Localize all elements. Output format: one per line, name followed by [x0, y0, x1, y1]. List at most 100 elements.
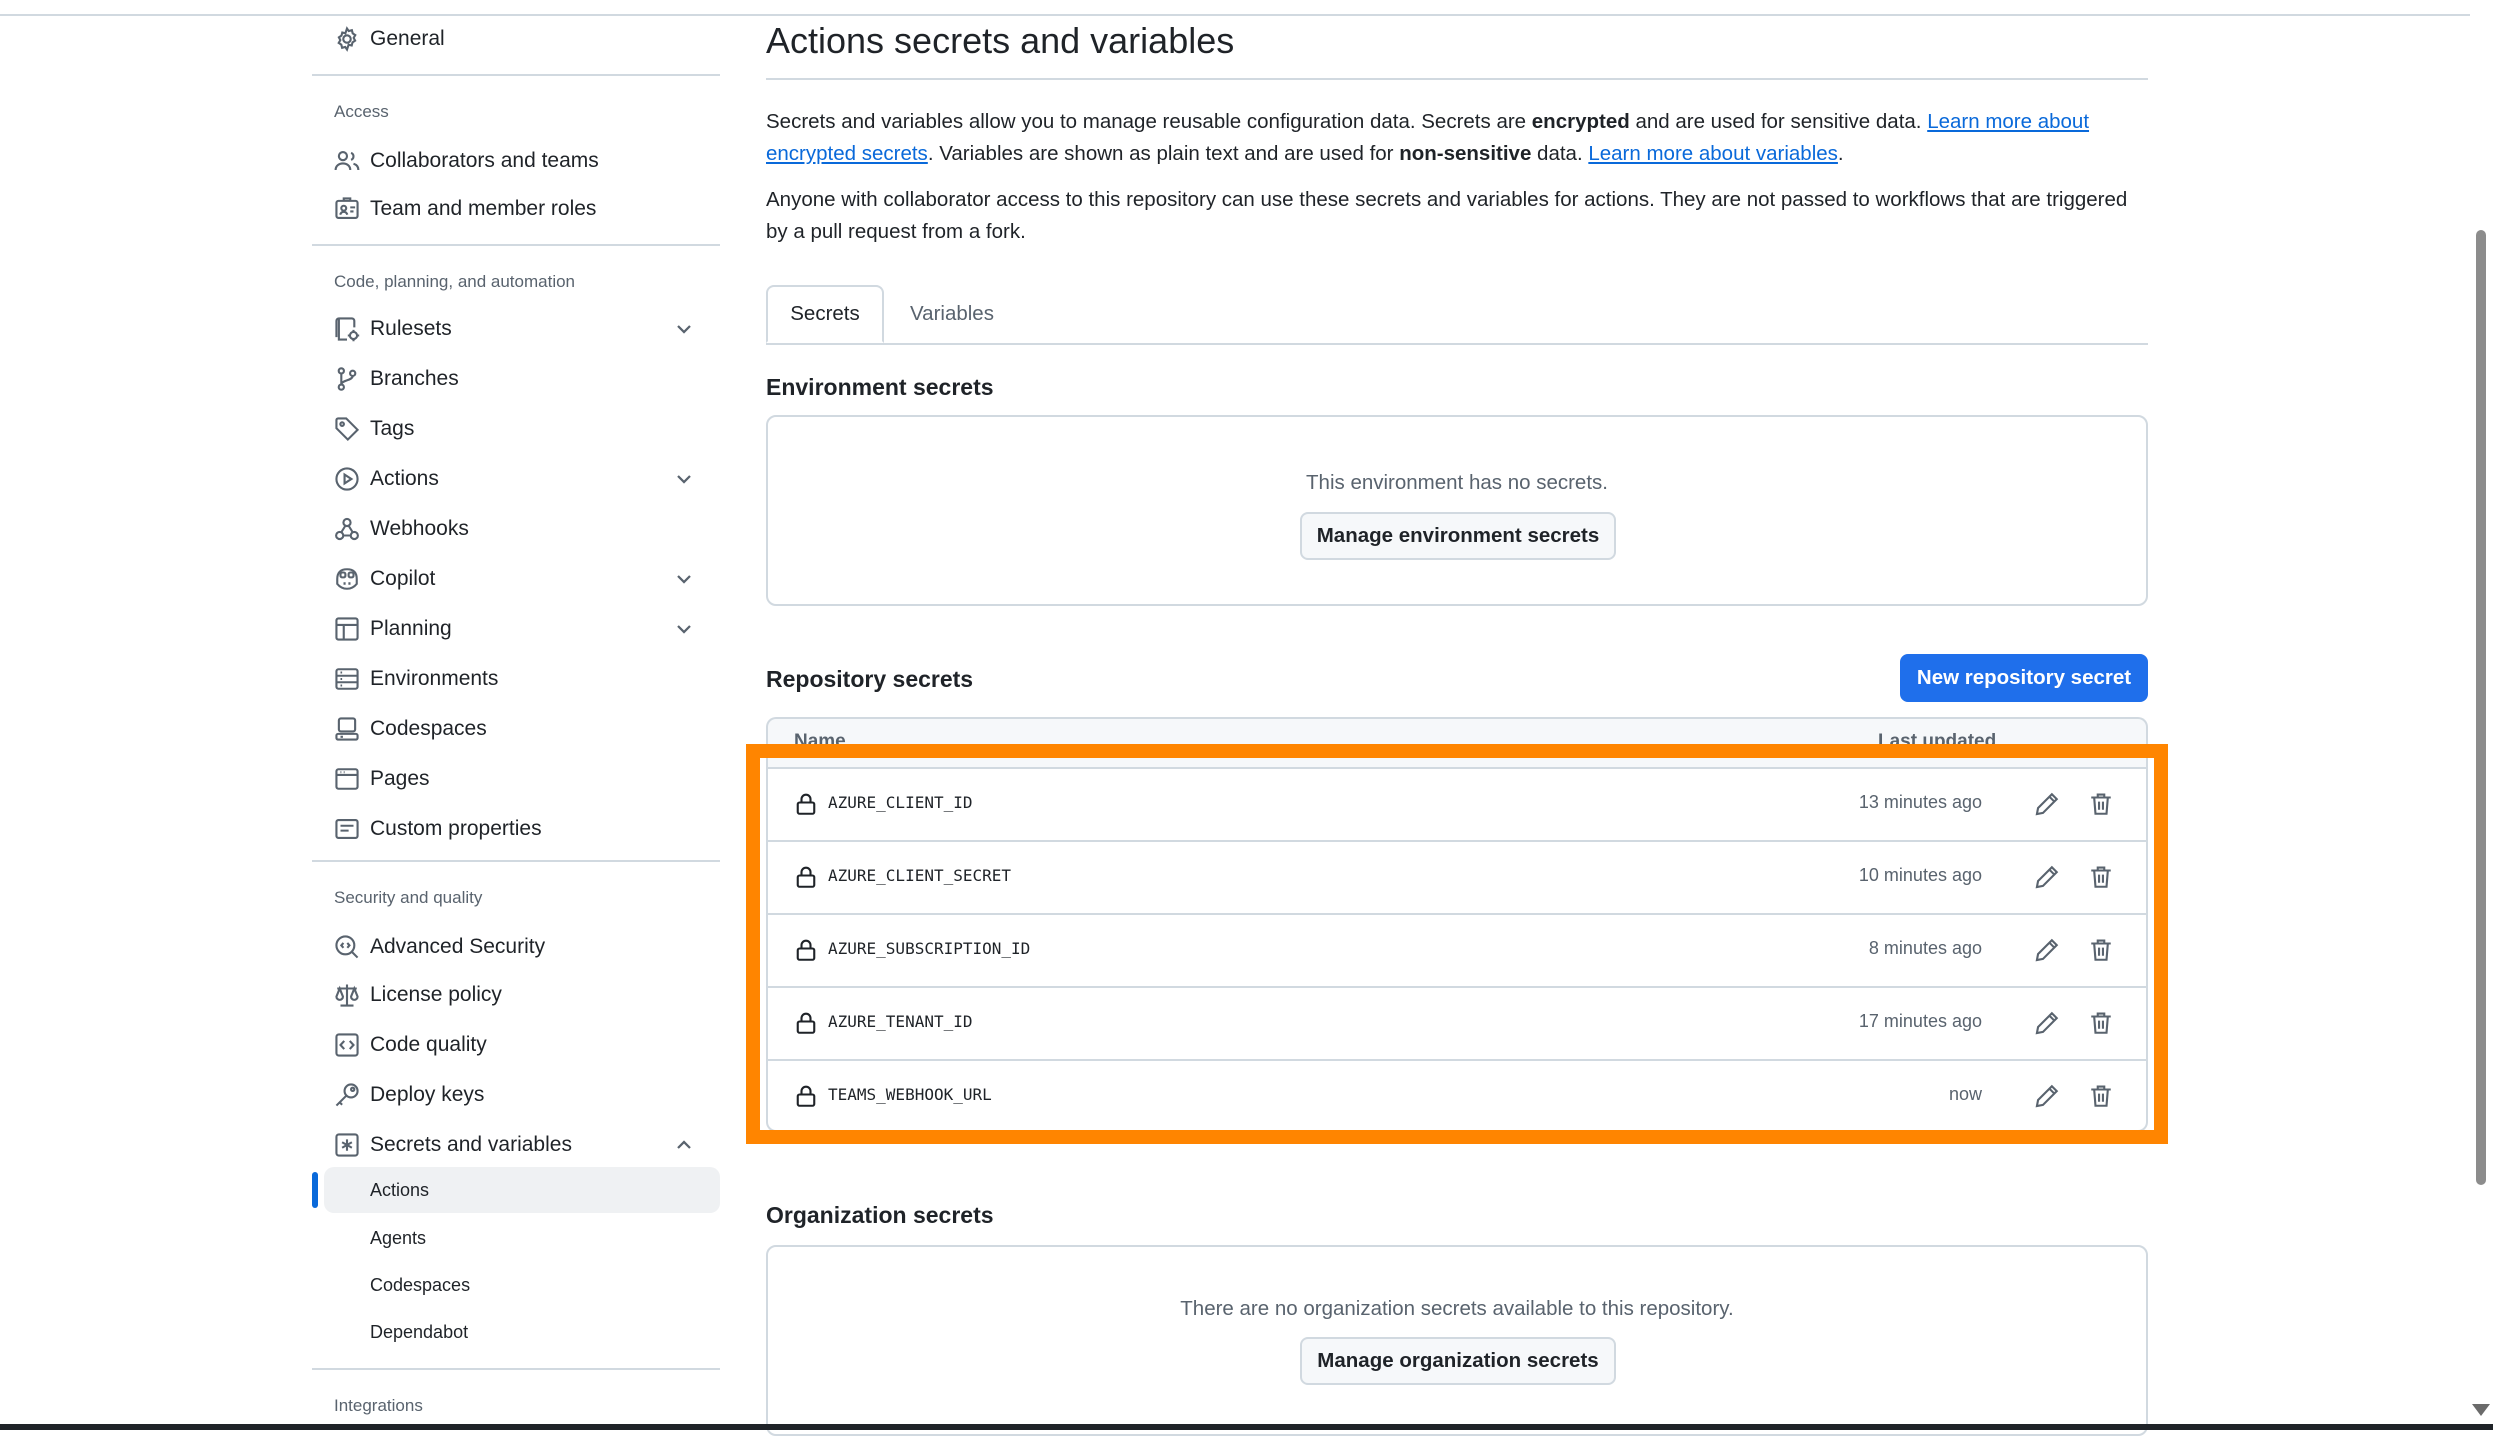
intro-text: .	[1837, 142, 1844, 165]
trash-icon[interactable]	[2088, 937, 2114, 963]
manage-environment-secrets-button[interactable]: Manage environment secrets	[1300, 512, 1616, 560]
sidebar-label: Team and member roles	[370, 197, 597, 220]
trash-icon[interactable]	[2088, 864, 2114, 890]
sidebar-subitem-codespaces[interactable]: Codespaces	[324, 1262, 720, 1308]
table-row: TEAMS_WEBHOOK_URL now	[766, 1059, 2148, 1132]
lock-icon	[796, 1085, 816, 1107]
lock-icon	[796, 1012, 816, 1034]
sidebar-label: Agents	[370, 1227, 427, 1248]
pencil-icon[interactable]	[2034, 1010, 2060, 1036]
tab-secrets[interactable]: Secrets	[766, 285, 884, 343]
sidebar-item-copilot[interactable]: Copilot	[312, 556, 720, 602]
browser-icon	[334, 766, 360, 792]
section-title-access: Access	[334, 102, 389, 121]
pencil-icon[interactable]	[2034, 864, 2060, 890]
sidebar-label: License policy	[370, 983, 502, 1006]
sidebar-item-tags[interactable]: Tags	[312, 406, 720, 452]
tab-variables[interactable]: Variables	[884, 285, 1020, 343]
section-title-security: Security and quality	[334, 888, 483, 907]
access-paragraph: Anyone with collaborator access to this …	[766, 188, 2128, 243]
trash-icon[interactable]	[2088, 1010, 2114, 1036]
gear-icon	[334, 26, 360, 52]
learn-variables-link[interactable]: Learn more about variables	[1588, 142, 1838, 165]
table-row: AZURE_CLIENT_SECRET 10 minutes ago	[766, 840, 2148, 913]
sidebar-label: Actions	[370, 467, 439, 490]
chevron-up-icon[interactable]	[672, 1133, 696, 1157]
pencil-icon[interactable]	[2034, 937, 2060, 963]
sidebar-item-branches[interactable]: Branches	[312, 356, 720, 402]
page-scrollbar[interactable]	[2470, 0, 2493, 1424]
secret-updated: 17 minutes ago	[1858, 1011, 1982, 1031]
organization-secrets-title: Organization secrets	[766, 1202, 994, 1228]
organization-empty-text: There are no organization secrets availa…	[1180, 1297, 1734, 1320]
ruleset-icon	[334, 316, 360, 342]
sidebar-label: Code quality	[370, 1033, 487, 1056]
sidebar-item-rulesets[interactable]: Rulesets	[312, 306, 720, 352]
sidebar-item-advanced-security[interactable]: Advanced Security	[312, 924, 720, 970]
scroll-down-arrow-icon[interactable]	[2472, 1404, 2490, 1416]
secret-name: AZURE_CLIENT_SECRET	[828, 866, 1012, 885]
pencil-icon[interactable]	[2034, 1083, 2060, 1109]
sidebar-item-actions[interactable]: Actions	[312, 456, 720, 502]
environment-empty-text: This environment has no secrets.	[1306, 471, 1608, 494]
manage-organization-secrets-button[interactable]: Manage organization secrets	[1300, 1337, 1616, 1385]
sidebar-item-codespaces[interactable]: Codespaces	[312, 706, 720, 752]
intro-text: Secrets and variables allow you to manag…	[766, 110, 1532, 133]
sidebar-subitem-actions[interactable]: Actions	[324, 1167, 720, 1213]
asterisk-icon	[334, 1132, 360, 1158]
law-icon	[334, 982, 360, 1008]
divider	[312, 1368, 720, 1370]
chevron-down-icon[interactable]	[672, 567, 696, 591]
sidebar-label: Secrets and variables	[370, 1133, 572, 1156]
secret-name: TEAMS_WEBHOOK_URL	[828, 1085, 992, 1104]
table-row: AZURE_SUBSCRIPTION_ID 8 minutes ago	[766, 913, 2148, 986]
tag-icon	[334, 416, 360, 442]
bottom-edge	[0, 1424, 2493, 1430]
secret-updated: now	[1948, 1084, 1982, 1104]
trash-icon[interactable]	[2088, 1083, 2114, 1109]
sidebar-item-deploy-keys[interactable]: Deploy keys	[312, 1072, 720, 1118]
sidebar-item-collaborators[interactable]: Collaborators and teams	[312, 138, 720, 184]
top-border	[0, 0, 2480, 16]
webhook-icon	[334, 516, 360, 542]
note-icon	[334, 816, 360, 842]
sidebar-item-general[interactable]: General	[312, 16, 720, 62]
key-icon	[334, 1082, 360, 1108]
sidebar-subitem-dependabot[interactable]: Dependabot	[324, 1309, 720, 1355]
new-repository-secret-button[interactable]: New repository secret	[1900, 654, 2148, 702]
sidebar-item-secrets-variables[interactable]: Secrets and variables	[312, 1122, 720, 1168]
divider	[312, 860, 720, 862]
sidebar-item-pages[interactable]: Pages	[312, 756, 720, 802]
sidebar-item-team-roles[interactable]: Team and member roles	[312, 186, 720, 232]
pencil-icon[interactable]	[2034, 791, 2060, 817]
page-title: Actions secrets and variables	[766, 20, 1235, 61]
intro-bold: non-sensitive	[1399, 142, 1532, 165]
chevron-down-icon[interactable]	[672, 467, 696, 491]
sidebar-label: Codespaces	[370, 1274, 471, 1295]
column-name[interactable]: Name	[794, 731, 846, 753]
sidebar-item-planning[interactable]: Planning	[312, 606, 720, 652]
chevron-down-icon[interactable]	[672, 617, 696, 641]
scrollbar-thumb[interactable]	[2476, 230, 2486, 1185]
sidebar-subitem-agents[interactable]: Agents	[324, 1215, 720, 1261]
sidebar-item-code-quality[interactable]: Code quality	[312, 1022, 720, 1068]
sidebar-item-custom-properties[interactable]: Custom properties	[312, 806, 720, 852]
sidebar-label: Dependabot	[370, 1321, 469, 1342]
sidebar-item-license-policy[interactable]: License policy	[312, 972, 720, 1018]
secret-name: AZURE_CLIENT_ID	[828, 793, 973, 812]
trash-icon[interactable]	[2088, 791, 2114, 817]
secret-updated: 8 minutes ago	[1868, 938, 1982, 958]
tab-bar: Secrets Variables	[766, 285, 2148, 345]
secret-name: AZURE_SUBSCRIPTION_ID	[828, 939, 1031, 958]
id-badge-icon	[334, 196, 360, 222]
sidebar-label: Deploy keys	[370, 1083, 485, 1106]
environment-secrets-box: This environment has no secrets. Manage …	[766, 415, 2148, 606]
secret-updated: 13 minutes ago	[1858, 792, 1982, 812]
sidebar-item-environments[interactable]: Environments	[312, 656, 720, 702]
chevron-down-icon[interactable]	[672, 317, 696, 341]
environment-secrets-title: Environment secrets	[766, 374, 994, 400]
copilot-icon	[334, 566, 360, 592]
divider	[766, 78, 2148, 80]
sidebar-label: Planning	[370, 617, 452, 640]
sidebar-item-webhooks[interactable]: Webhooks	[312, 506, 720, 552]
